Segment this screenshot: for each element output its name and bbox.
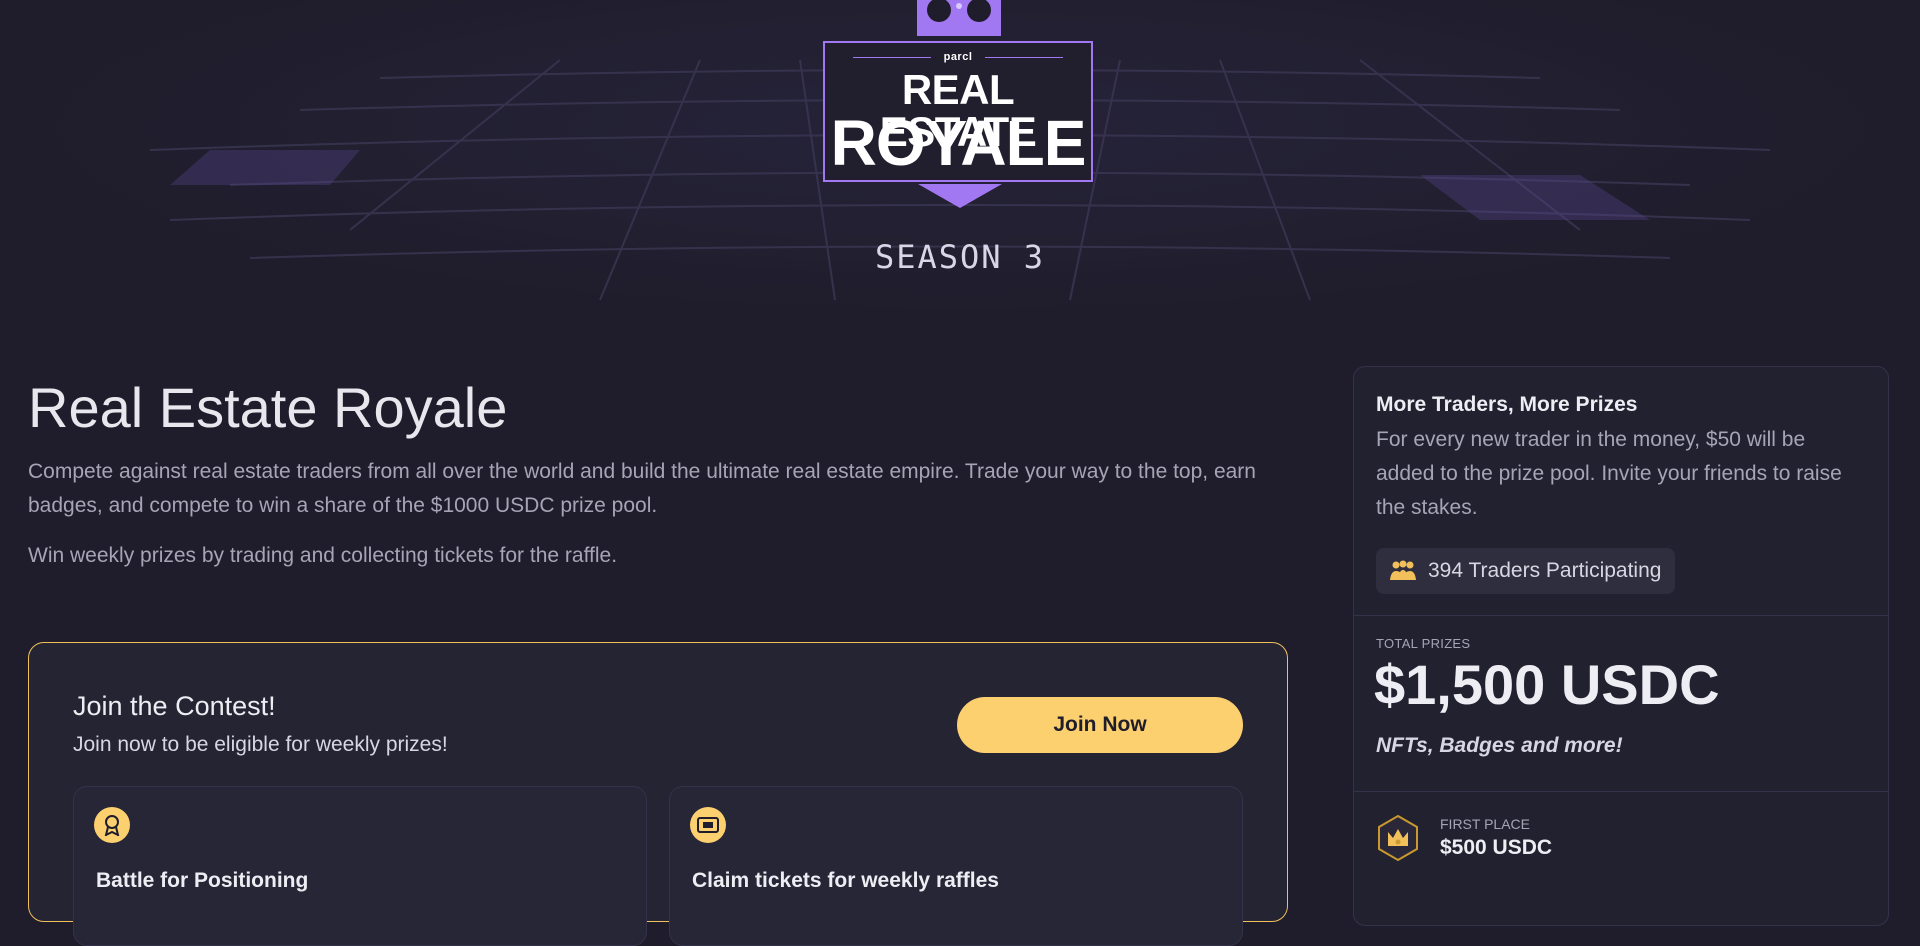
- page-title: Real Estate Royale: [28, 376, 508, 439]
- total-prizes-subtitle: NFTs, Badges and more!: [1376, 734, 1623, 757]
- first-place-label: FIRST PLACE: [1440, 816, 1530, 832]
- season-label: SEASON 3: [874, 238, 1046, 276]
- ticket-icon: [690, 807, 726, 843]
- feature-title: Claim tickets for weekly raffles: [692, 869, 999, 892]
- contest-title: Join the Contest!: [73, 691, 276, 721]
- traders-count-badge: 394 Traders Participating: [1376, 548, 1676, 594]
- feature-card-raffles: Claim tickets for weekly raffles: [669, 786, 1243, 946]
- users-icon: [1390, 560, 1416, 580]
- feature-card-positioning: Battle for Positioning: [73, 786, 647, 946]
- logo-arrow-tip: [918, 184, 1002, 208]
- total-prizes-value: $1,500 USDC: [1374, 653, 1720, 716]
- award-icon: [94, 807, 130, 843]
- more-traders-text: For every new trader in the money, $50 w…: [1376, 428, 1842, 519]
- weekly-prizes-text: Win weekly prizes by trading and collect…: [28, 544, 618, 567]
- first-place-section: FIRST PLACE $500 USDC: [1354, 792, 1888, 892]
- join-now-button[interactable]: Join Now: [957, 697, 1243, 753]
- page-description: Compete against real estate traders from…: [28, 460, 1256, 517]
- total-prizes-label: TOTAL PRIZES: [1376, 636, 1471, 651]
- more-traders-section: More Traders, More Prizes For every new …: [1354, 367, 1888, 616]
- first-place-value: $500 USDC: [1440, 836, 1553, 859]
- join-contest-card: Join the Contest! Join now to be eligibl…: [28, 642, 1288, 946]
- feature-title: Battle for Positioning: [96, 869, 309, 892]
- hero-banner: parcl REAL ESTATE ROYALE SEASON 3: [0, 0, 1920, 320]
- total-prizes-section: TOTAL PRIZES $1,500 USDC NFTs, Badges an…: [1354, 616, 1888, 792]
- event-logo: parcl REAL ESTATE ROYALE: [823, 41, 1093, 182]
- logo-title-line2: ROYALE: [830, 107, 1087, 179]
- prize-panel: More Traders, More Prizes For every new …: [1353, 366, 1889, 926]
- contest-subtitle: Join now to be eligible for weekly prize…: [73, 733, 448, 756]
- crown-icon: [917, 0, 1001, 36]
- brand-wordmark: parcl: [825, 51, 1091, 63]
- more-traders-heading: More Traders, More Prizes: [1376, 393, 1638, 416]
- first-place-crown-icon: [1378, 814, 1418, 862]
- traders-count-text: 394 Traders Participating: [1428, 559, 1662, 582]
